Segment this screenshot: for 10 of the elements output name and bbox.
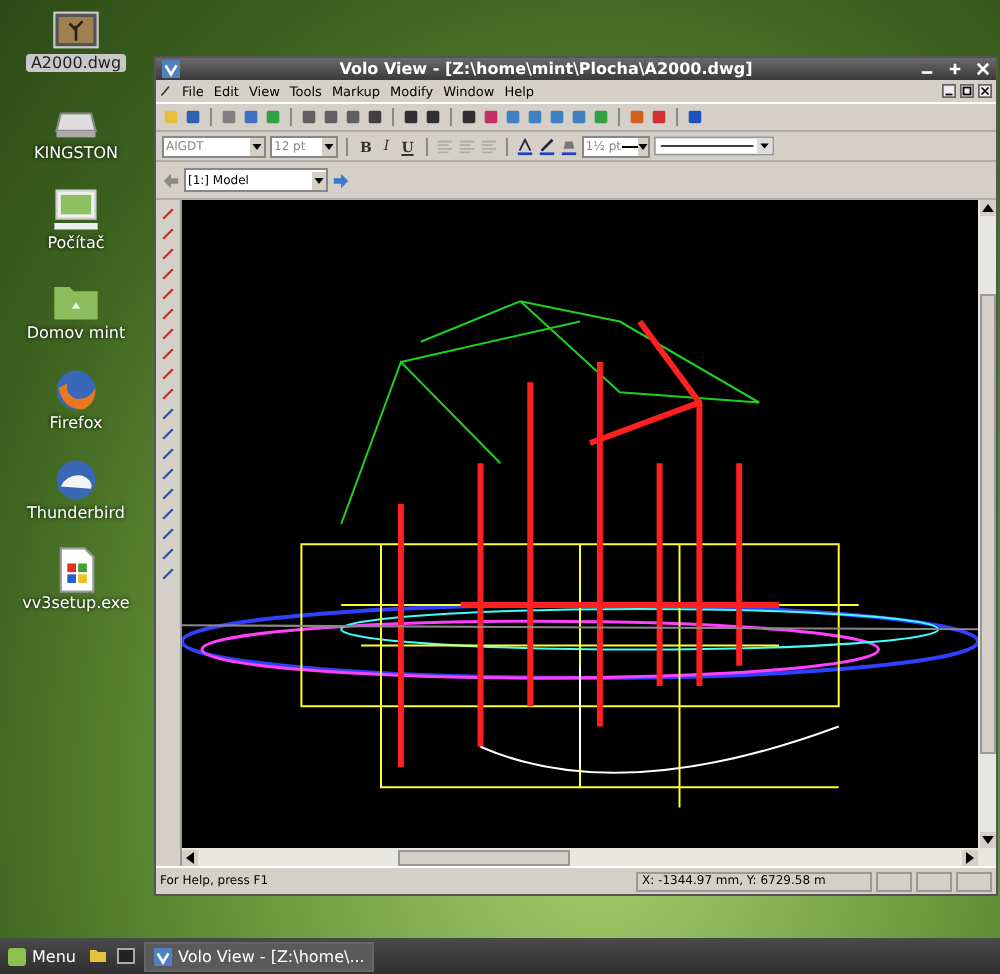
desktop-icon-label[interactable]: Firefox: [45, 414, 107, 432]
desktop-icon-label[interactable]: A2000.dwg: [26, 54, 126, 72]
start-menu-button[interactable]: Menu: [4, 940, 80, 972]
desktop-icon-label[interactable]: Domov mint: [22, 324, 130, 342]
desktop-icon-label[interactable]: Počítač: [43, 234, 109, 252]
desktop-icon-label[interactable]: KINGSTON: [29, 144, 123, 162]
window-title: Volo View - [Z:\home\mint\Plocha\A2000.dwg]: [337, 60, 755, 78]
desktop-icon-label[interactable]: Thunderbird: [23, 504, 129, 522]
desktop-icon-label[interactable]: vv3setup.exe: [18, 594, 134, 612]
taskbar-button[interactable]: Volo View - [Z:\home\...: [143, 941, 375, 971]
